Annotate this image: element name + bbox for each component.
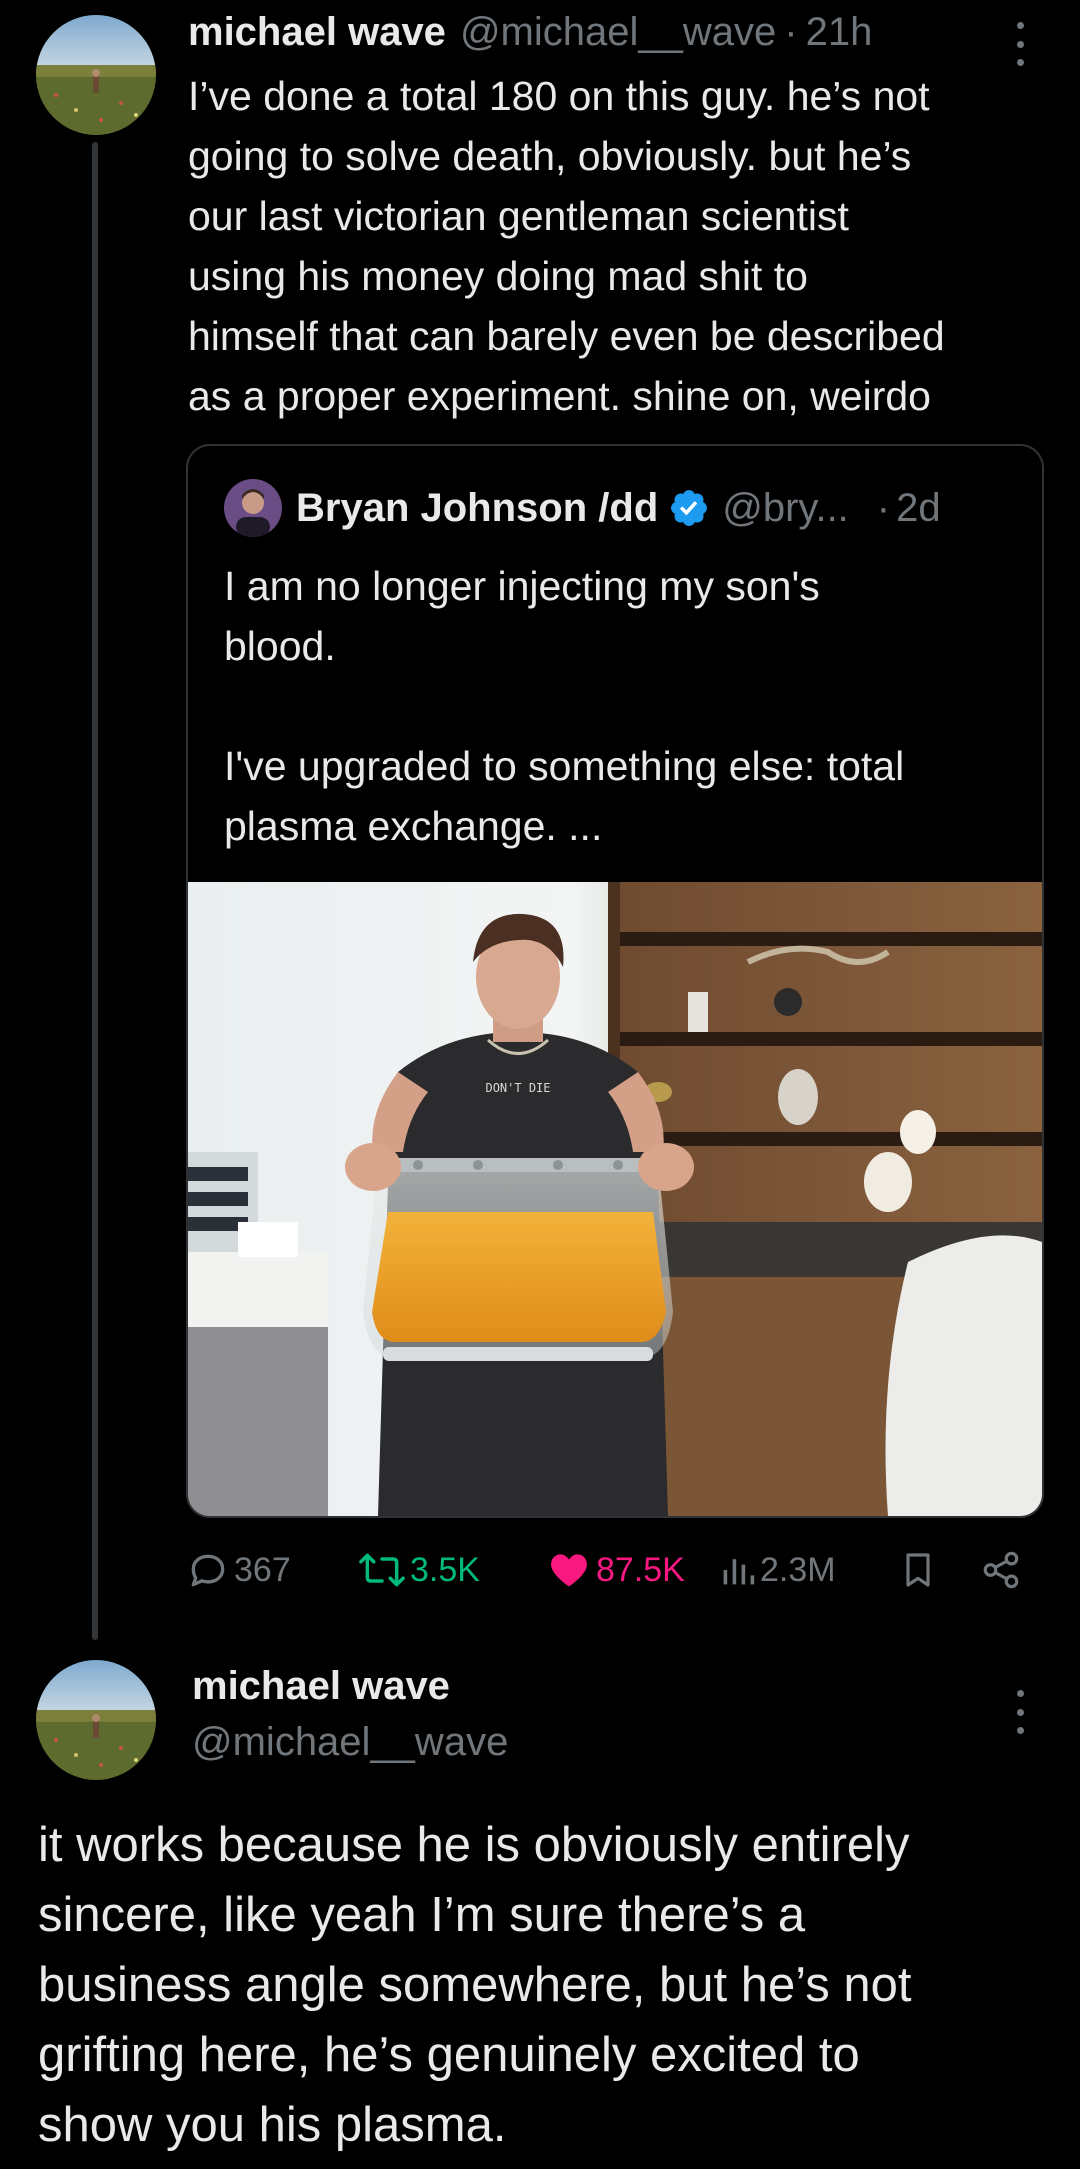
share-button[interactable] — [980, 1540, 1022, 1600]
thread-connector — [92, 142, 98, 1640]
views-button[interactable]: 2.3M — [720, 1540, 836, 1600]
tweet-header: michael wave @michael__wave · 21h — [188, 10, 1048, 62]
quoted-tweet[interactable]: Bryan Johnson /dd @bry... · 2d I am no l… — [186, 444, 1044, 1518]
meadow-photo-avatar — [36, 1660, 156, 1780]
avatar[interactable] — [224, 479, 282, 537]
verified-badge-icon — [671, 490, 708, 526]
handle[interactable]: @bry... — [722, 486, 849, 531]
separator-dot: · — [876, 485, 891, 530]
reply-button[interactable]: 367 — [186, 1540, 291, 1600]
handle[interactable]: @michael__wave — [192, 1720, 508, 1765]
timestamp[interactable]: 21h — [806, 10, 873, 55]
like-count: 87.5K — [596, 1550, 685, 1589]
views-bar-icon — [723, 1559, 755, 1585]
shirt-text: DON'T DIE — [485, 1081, 550, 1095]
display-name[interactable]: michael wave — [188, 10, 446, 55]
tweet-actions: 367 3.5K 87.5K 2.3M — [186, 1540, 1046, 1600]
media-image: DON'T DIE — [188, 882, 1042, 1516]
quoted-tweet-header: Bryan Johnson /dd @bry... · 2d — [224, 478, 1024, 538]
quoted-tweet-text: I am no longer injecting my son's blood.… — [224, 563, 905, 849]
share-icon — [983, 1551, 1019, 1589]
timestamp[interactable]: 2d — [896, 486, 941, 531]
repost-count: 3.5K — [410, 1550, 480, 1589]
avatar[interactable] — [36, 15, 156, 135]
display-name[interactable]: Bryan Johnson /dd — [296, 486, 658, 531]
repost-icon — [359, 1553, 405, 1587]
separator-dot: · — [784, 10, 798, 54]
display-name[interactable]: michael wave — [192, 1664, 450, 1709]
tweet-text: I’ve done a total 180 on this guy. he’s … — [188, 73, 945, 419]
avatar[interactable] — [36, 1660, 156, 1780]
like-button[interactable]: 87.5K — [546, 1540, 685, 1600]
meadow-photo-avatar — [36, 15, 156, 135]
heart-icon — [551, 1554, 587, 1587]
bookmark-button[interactable] — [898, 1540, 938, 1600]
tweet-thread: michael wave @michael__wave · 21h I’ve d… — [0, 0, 1080, 2169]
person-avatar-icon — [224, 479, 282, 537]
tweet-text: it works because he is obviously entirel… — [38, 1818, 912, 2152]
reply-bubble-icon — [191, 1554, 225, 1587]
bookmark-icon — [906, 1553, 930, 1587]
reply-count: 367 — [234, 1550, 291, 1589]
plasma-bag-photo[interactable]: DON'T DIE — [188, 882, 1042, 1516]
more-vertical-icon[interactable] — [1008, 1690, 1032, 1734]
more-vertical-icon[interactable] — [1008, 22, 1032, 66]
handle[interactable]: @michael__wave — [460, 10, 776, 55]
repost-button[interactable]: 3.5K — [358, 1540, 480, 1600]
views-count: 2.3M — [760, 1550, 836, 1589]
